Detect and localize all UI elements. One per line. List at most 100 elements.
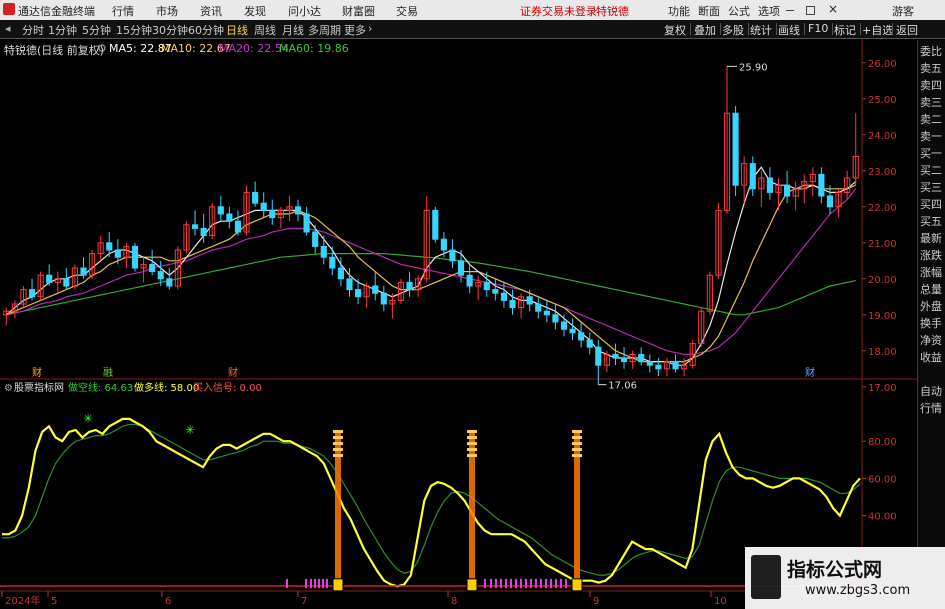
- signal-tick-bar: [510, 578, 512, 589]
- draw-line-button[interactable]: 画线: [778, 22, 800, 38]
- candle-body: [543, 310, 550, 316]
- signal-tick-bar: [555, 578, 557, 589]
- multi-stock-button[interactable]: 多股: [722, 22, 744, 38]
- buy-signal-bar: [335, 430, 341, 587]
- tab-month[interactable]: 月线: [282, 22, 304, 38]
- tab-60min[interactable]: 60分钟: [188, 22, 224, 38]
- menu-shichang[interactable]: 市场: [156, 3, 178, 19]
- sidebar-item[interactable]: 涨跌: [920, 250, 942, 262]
- sidebar-item[interactable]: 买四: [920, 199, 942, 211]
- candle-body: [63, 278, 70, 287]
- user-label[interactable]: 游客: [892, 3, 914, 19]
- watermark-badge: 指标公式网 www.zbgs3.com: [745, 547, 945, 609]
- overlay-button[interactable]: 叠加: [694, 22, 716, 38]
- x-tick-label: 8: [451, 596, 457, 607]
- candle-body: [620, 357, 628, 363]
- event-marker-bottom: 财: [32, 366, 42, 379]
- tab-week[interactable]: 周线: [254, 22, 276, 38]
- candle-body: [149, 263, 156, 273]
- tab-1min[interactable]: 1分钟: [48, 22, 77, 38]
- menu-wenxiaoda[interactable]: 问小达: [288, 3, 321, 19]
- menu-hangqing[interactable]: 行情: [112, 3, 134, 19]
- candle-body: [766, 177, 773, 193]
- candle-body: [191, 224, 199, 229]
- menu-gongneng[interactable]: 功能: [668, 3, 690, 19]
- candle-body: [294, 206, 302, 215]
- candle-body: [166, 278, 173, 287]
- sidebar-item[interactable]: 换手: [920, 318, 942, 330]
- sidebar-item[interactable]: 最新: [920, 233, 942, 245]
- tab-15min[interactable]: 15分钟: [116, 22, 152, 38]
- candle-body: [320, 245, 327, 258]
- sidebar-item[interactable]: 买一: [920, 148, 942, 160]
- candle-body: [406, 281, 413, 291]
- sidebar-item[interactable]: 买三: [920, 182, 942, 194]
- back-button[interactable]: 返回: [896, 22, 918, 38]
- sidebar-item[interactable]: 买五: [920, 216, 942, 228]
- sidebar-item[interactable]: 卖二: [920, 114, 942, 126]
- login-status[interactable]: 证券交易未登录: [520, 3, 597, 19]
- menu-gongshi[interactable]: 公式: [728, 3, 750, 19]
- indicator-yellow-line: [2, 417, 861, 588]
- price-tick-label: 19.00: [868, 311, 897, 322]
- sidebar-item[interactable]: 买二: [920, 165, 942, 177]
- sidebar-item[interactable]: 涨幅: [920, 267, 942, 279]
- sidebar-item[interactable]: 外盘: [920, 301, 942, 313]
- sidebar-item[interactable]: 净资: [920, 335, 942, 347]
- candle-body: [28, 289, 36, 298]
- sidebar-item[interactable]: 卖五: [920, 63, 942, 75]
- x-tick-label: 9: [593, 596, 599, 607]
- fuquan-button[interactable]: 复权: [664, 22, 686, 38]
- sidebar-item[interactable]: 委比: [920, 46, 942, 58]
- signal-tick-bar: [525, 578, 527, 589]
- low-marker-label: 17.06: [608, 381, 637, 392]
- signal-tick-bar: [550, 578, 552, 589]
- stats-button[interactable]: 统计: [750, 22, 772, 38]
- candle-body: [783, 184, 791, 197]
- menu-faxian[interactable]: 发现: [244, 3, 266, 19]
- right-sidebar: 委比卖五卖四卖三卖二卖一买一买二买三买四买五最新涨跌涨幅总量外盘换手净资收益自动…: [917, 40, 945, 609]
- sidebar-item[interactable]: 卖四: [920, 80, 942, 92]
- toolbar-divider: [748, 23, 749, 35]
- tab-5min[interactable]: 5分钟: [82, 22, 111, 38]
- kline-chart[interactable]: 26.00 25.00 24.00 23.00 22.00 21.00 20.00 19.00…: [0, 38, 917, 609]
- sidebar-item[interactable]: 卖三: [920, 97, 942, 109]
- menu-zixun[interactable]: 资讯: [200, 3, 222, 19]
- sidebar-item[interactable]: 收益: [920, 352, 942, 364]
- title-bar: 通达信金融终端 行情 市场 资讯 发现 问小达 财富圈 交易 证券交易未登录 特…: [0, 0, 945, 21]
- buy-signal-cap: [467, 448, 477, 452]
- candle-body: [329, 256, 336, 269]
- event-marker-top: 财: [805, 366, 815, 379]
- candle-body: [157, 271, 164, 280]
- menu-xuanxiang[interactable]: 选项: [758, 3, 780, 19]
- candle-body: [106, 242, 113, 251]
- tab-fenshi[interactable]: 分时: [22, 22, 44, 38]
- tab-day[interactable]: 日线: [226, 22, 248, 38]
- mark-button[interactable]: 标记: [834, 22, 856, 38]
- sidebar-item[interactable]: 卖一: [920, 131, 942, 143]
- sidebar-item[interactable]: 总量: [920, 284, 942, 296]
- maximize-icon[interactable]: [806, 6, 815, 15]
- f10-button[interactable]: F10: [808, 22, 828, 35]
- price-tick-label: 18.00: [868, 347, 897, 358]
- candle-body: [732, 112, 739, 186]
- add-watchlist-button[interactable]: +自选: [862, 22, 893, 38]
- buy-signal-cap: [467, 436, 477, 440]
- toolbar-home-icon[interactable]: ◂: [5, 22, 11, 35]
- more-chevron-icon[interactable]: ›: [368, 22, 372, 35]
- sidebar-bottom-item[interactable]: 自动: [920, 386, 942, 398]
- x-tick-label: 2024年: [5, 594, 40, 607]
- candle-body: [466, 274, 473, 287]
- menu-duanmian[interactable]: 断面: [698, 3, 720, 19]
- candle-body: [269, 209, 276, 219]
- sidebar-bottom-item[interactable]: 行情: [920, 403, 942, 415]
- minimize-icon[interactable]: [786, 10, 794, 11]
- menu-caifuquan[interactable]: 财富圈: [342, 3, 375, 19]
- indicator-settings-icon: ⚙: [4, 383, 13, 394]
- tab-30min[interactable]: 30分钟: [152, 22, 188, 38]
- close-icon[interactable]: ×: [828, 2, 838, 16]
- price-tick-label: 21.00: [868, 239, 897, 250]
- tab-multi-period[interactable]: 多周期: [308, 22, 341, 38]
- menu-jiaoyi[interactable]: 交易: [396, 3, 418, 19]
- tab-more[interactable]: 更多: [344, 22, 366, 38]
